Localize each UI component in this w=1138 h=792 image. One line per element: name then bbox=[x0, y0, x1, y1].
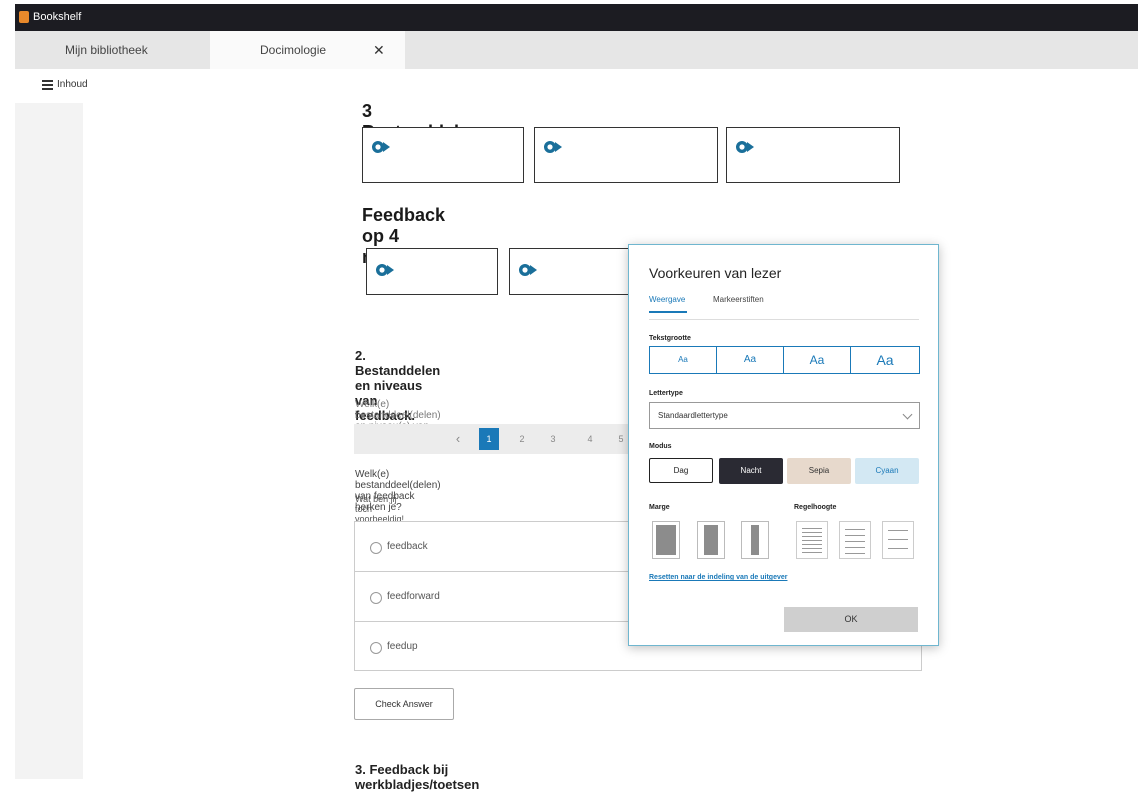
tab-highlighters[interactable]: Markeerstiften bbox=[713, 295, 764, 304]
margin-wide-icon[interactable] bbox=[741, 521, 769, 559]
bookshelf-app-icon bbox=[19, 11, 29, 23]
line-height-loose-icon[interactable] bbox=[882, 521, 914, 559]
active-tab-indicator bbox=[649, 311, 687, 313]
mode-night-button[interactable]: Nacht bbox=[719, 458, 783, 484]
close-icon[interactable]: ✕ bbox=[373, 31, 385, 69]
mode-sepia-button[interactable]: Sepia bbox=[787, 458, 851, 484]
hotspot-box[interactable] bbox=[362, 127, 524, 183]
hint-text: Wat ben jij toch voorbeeldig! bbox=[355, 494, 405, 524]
font-size-medium-button[interactable]: Aa bbox=[717, 347, 784, 373]
divider bbox=[649, 319, 919, 320]
check-answer-button[interactable]: Check Answer bbox=[354, 688, 454, 720]
pager-page-2[interactable]: 2 bbox=[514, 431, 530, 447]
line-height-compact-icon[interactable] bbox=[796, 521, 828, 559]
font-label: Lettertype bbox=[649, 390, 683, 397]
font-size-label: Tekstgrootte bbox=[649, 335, 691, 342]
tab-my-library[interactable]: Mijn bibliotheek bbox=[15, 31, 210, 69]
font-size-selector: Aa Aa Aa Aa bbox=[649, 346, 920, 374]
font-size-xlarge-button[interactable]: Aa bbox=[851, 347, 919, 373]
mode-day-button[interactable]: Dag bbox=[649, 458, 713, 483]
reset-to-publisher-link[interactable]: Resetten naar de indeling van de uitgeve… bbox=[649, 574, 787, 581]
radio-button[interactable] bbox=[370, 642, 382, 654]
hotspot-pin-icon bbox=[544, 141, 562, 153]
margin-narrow-icon[interactable] bbox=[652, 521, 680, 559]
reader-preferences-dialog: Voorkeuren van lezer Weergave Markeersti… bbox=[628, 244, 939, 646]
line-height-normal-icon[interactable] bbox=[839, 521, 871, 559]
hotspot-box[interactable] bbox=[366, 248, 498, 295]
font-select[interactable]: Standaardlettertype bbox=[649, 402, 920, 429]
option-label: feedup bbox=[387, 641, 418, 652]
left-margin bbox=[15, 103, 83, 779]
font-size-small-button[interactable]: Aa bbox=[650, 347, 717, 373]
hotspot-box[interactable] bbox=[726, 127, 900, 183]
option-label: feedforward bbox=[387, 591, 440, 602]
hotspot-pin-icon bbox=[519, 264, 537, 276]
title-bar: Bookshelf bbox=[15, 4, 1138, 31]
option-label: feedback bbox=[387, 541, 428, 552]
hamburger-menu-icon[interactable] bbox=[42, 80, 53, 90]
tab-bar: Mijn bibliotheek Docimologie ✕ bbox=[15, 31, 1138, 69]
pager-page-4[interactable]: 4 bbox=[582, 431, 598, 447]
tab-label: Mijn bibliotheek bbox=[65, 43, 148, 57]
hotspot-pin-icon bbox=[372, 141, 390, 153]
pager-prev-button[interactable]: ‹ bbox=[450, 431, 466, 447]
font-size-large-button[interactable]: Aa bbox=[784, 347, 851, 373]
radio-button[interactable] bbox=[370, 592, 382, 604]
line-height-label: Regelhoogte bbox=[794, 504, 837, 511]
app-name: Bookshelf bbox=[33, 11, 82, 23]
dialog-title: Voorkeuren van lezer bbox=[649, 265, 782, 281]
radio-button[interactable] bbox=[370, 542, 382, 554]
margin-label: Marge bbox=[649, 504, 670, 511]
reader-toolbar: Inhoud bbox=[15, 69, 1138, 103]
hotspot-box[interactable] bbox=[509, 248, 641, 295]
hotspot-box[interactable] bbox=[534, 127, 718, 183]
question-pager: ‹ 1 2 3 4 5 bbox=[354, 424, 654, 454]
tab-label: Docimologie bbox=[260, 43, 327, 57]
margin-medium-icon[interactable] bbox=[697, 521, 725, 559]
contents-button[interactable]: Inhoud bbox=[57, 79, 88, 90]
hotspot-pin-icon bbox=[736, 141, 754, 153]
section-3-title: 3. Feedback bij werkbladjes/toetsen bbox=[355, 762, 480, 792]
tab-view[interactable]: Weergave bbox=[649, 295, 685, 304]
pager-page-3[interactable]: 3 bbox=[545, 431, 561, 447]
ok-button[interactable]: OK bbox=[784, 607, 918, 632]
pager-page-5[interactable]: 5 bbox=[613, 431, 629, 447]
hotspot-pin-icon bbox=[376, 264, 394, 276]
font-select-value: Standaardlettertype bbox=[658, 411, 728, 420]
mode-label: Modus bbox=[649, 443, 672, 450]
pager-page-1[interactable]: 1 bbox=[479, 428, 499, 450]
chevron-down-icon bbox=[902, 409, 913, 420]
mode-cyan-button[interactable]: Cyaan bbox=[855, 458, 919, 484]
